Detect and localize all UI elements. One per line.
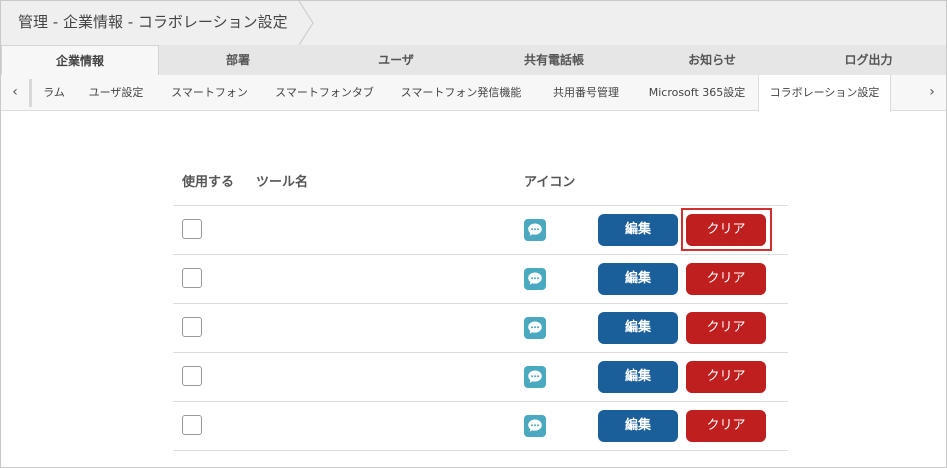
tab-company-info[interactable]: 企業情報: [1, 45, 159, 75]
edit-button[interactable]: 編集: [598, 410, 678, 442]
clear-button[interactable]: クリア: [686, 214, 766, 246]
tab-shared-phonebook[interactable]: 共有電話帳: [475, 45, 633, 75]
subtab-microsoft-365[interactable]: Microsoft 365設定: [636, 75, 758, 111]
tab-log-output[interactable]: ログ出力: [791, 45, 946, 75]
edit-button[interactable]: 編集: [598, 263, 678, 295]
chat-bubble-icon: [524, 415, 546, 437]
tab-users[interactable]: ユーザ: [317, 45, 475, 75]
subtab-collaboration[interactable]: コラボレーション設定: [758, 75, 891, 112]
header-tool-name: ツール名: [256, 175, 309, 190]
tab-notices[interactable]: お知らせ: [633, 45, 791, 75]
edit-button[interactable]: 編集: [598, 361, 678, 393]
use-checkbox[interactable]: [182, 317, 202, 337]
tab-departments[interactable]: 部署: [159, 45, 317, 75]
subtab-smartphone-calling[interactable]: スマートフォン発信機能: [386, 75, 536, 111]
chat-bubble-icon: [524, 268, 546, 290]
sub-tab-list: ラム ユーザ設定 スマートフォン スマートフォンタブ スマートフォン発信機能 共…: [32, 75, 891, 112]
edit-button[interactable]: 編集: [598, 312, 678, 344]
chat-bubble-icon: [524, 366, 546, 388]
sub-tabs: ‹ ラム ユーザ設定 スマートフォン スマートフォンタブ スマートフォン発信機能…: [1, 75, 946, 112]
use-checkbox[interactable]: [182, 268, 202, 288]
subtab-smartphone[interactable]: スマートフォン: [156, 75, 263, 111]
breadcrumb-arrow-icon: [298, 1, 314, 45]
scroll-left-button[interactable]: ‹: [1, 75, 29, 111]
chat-bubble-icon: [524, 317, 546, 339]
main-tabs: 企業情報 部署 ユーザ 共有電話帳 お知らせ ログ出力: [1, 45, 946, 75]
clear-button[interactable]: クリア: [686, 361, 766, 393]
use-checkbox[interactable]: [182, 219, 202, 239]
use-checkbox[interactable]: [182, 366, 202, 386]
collaboration-table: 使用する ツール名 アイコン 編集 クリア 編集 クリア 編集 クリア 編集 ク…: [173, 161, 788, 451]
header-icon: アイコン: [524, 175, 576, 190]
table-row: 編集 クリア: [173, 304, 788, 353]
table-row: 編集 クリア: [173, 353, 788, 402]
clear-button[interactable]: クリア: [686, 263, 766, 295]
scroll-right-button[interactable]: ›: [918, 75, 946, 111]
table-row: 編集 クリア: [173, 402, 788, 451]
breadcrumb-bar: 管理 - 企業情報 - コラボレーション設定: [1, 1, 946, 45]
subtab-column[interactable]: ラム: [32, 75, 76, 111]
header-use: 使用する: [182, 175, 235, 190]
table-header: 使用する ツール名 アイコン: [173, 161, 788, 206]
clear-button[interactable]: クリア: [686, 312, 766, 344]
table-row: 編集 クリア: [173, 255, 788, 304]
table-row: 編集 クリア: [173, 206, 788, 255]
clear-button[interactable]: クリア: [686, 410, 766, 442]
subtab-user-settings[interactable]: ユーザ設定: [76, 75, 156, 111]
breadcrumb: 管理 - 企業情報 - コラボレーション設定: [18, 13, 288, 31]
chat-bubble-icon: [524, 219, 546, 241]
window-frame: 管理 - 企業情報 - コラボレーション設定 企業情報 部署 ユーザ 共有電話帳…: [0, 0, 947, 468]
subtab-shared-number[interactable]: 共用番号管理: [536, 75, 636, 111]
use-checkbox[interactable]: [182, 415, 202, 435]
subtab-smartphone-tab[interactable]: スマートフォンタブ: [263, 75, 386, 111]
edit-button[interactable]: 編集: [598, 214, 678, 246]
